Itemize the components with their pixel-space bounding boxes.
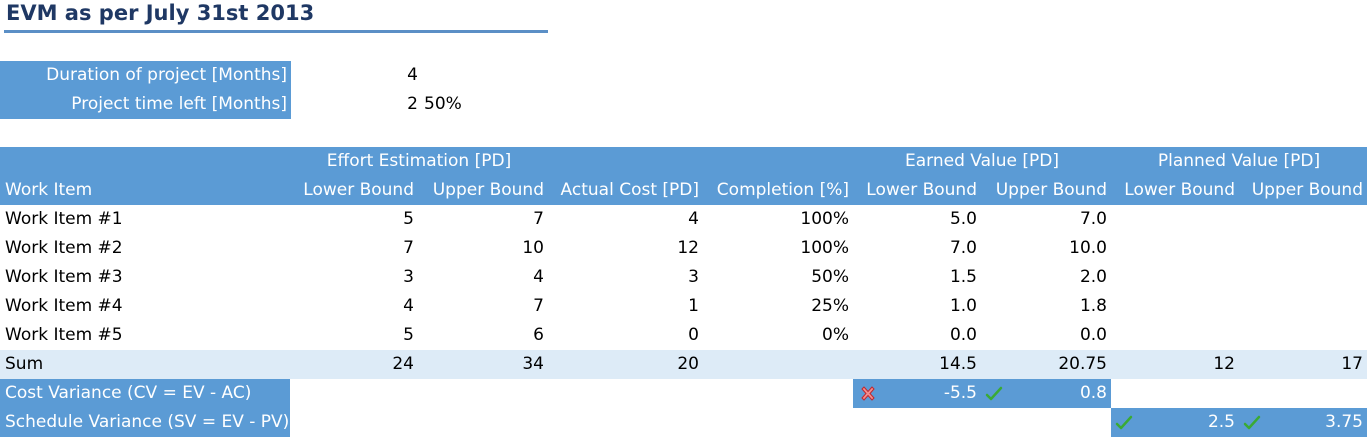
col-pv-lower-bound: Lower Bound xyxy=(1124,180,1235,200)
ev-lower-bound: 1.0 xyxy=(949,296,977,316)
red-x-icon xyxy=(861,386,875,401)
group-header-row: Effort Estimation [PD] Earned Value [PD]… xyxy=(0,147,1367,176)
timeleft-percent: 50% xyxy=(424,94,462,114)
ev-lower-bound: 1.5 xyxy=(949,267,977,287)
sum-ev-lower-bound: 14.5 xyxy=(939,354,977,374)
sum-actual-cost: 20 xyxy=(677,354,699,374)
green-check-icon xyxy=(1115,415,1133,430)
schedule-variance-label: Schedule Variance (SV = EV - PV) xyxy=(0,408,290,437)
ev-upper-bound: 1.8 xyxy=(1079,296,1107,316)
sv-upper-bound-cell: 3.75 xyxy=(1239,408,1367,437)
work-item-name: Work Item #5 xyxy=(5,325,123,345)
effort-lower-bound: 4 xyxy=(403,296,414,316)
table-row: Work Item #4 4 7 1 25% 1.0 1.8 xyxy=(0,292,1367,321)
actual-cost: 1 xyxy=(688,296,699,316)
table-row: Work Item #1 5 7 4 100% 5.0 7.0 xyxy=(0,205,1367,234)
work-item-name: Work Item #1 xyxy=(5,209,123,229)
ev-upper-bound: 10.0 xyxy=(1069,238,1107,258)
col-effort-upper-bound: Upper Bound xyxy=(432,180,544,200)
page-title: EVM as per July 31st 2013 xyxy=(4,0,548,33)
effort-lower-bound: 7 xyxy=(403,238,414,258)
effort-estimation-header: Effort Estimation [PD] xyxy=(326,151,512,171)
earned-value-header: Earned Value [PD] xyxy=(905,151,1059,171)
work-item-name: Work Item #3 xyxy=(5,267,123,287)
sum-pv-upper-bound: 17 xyxy=(1341,354,1363,374)
col-effort-lower-bound: Lower Bound xyxy=(303,180,414,200)
actual-cost: 4 xyxy=(688,209,699,229)
sum-ev-upper-bound: 20.75 xyxy=(1058,354,1107,374)
col-pv-upper-bound: Upper Bound xyxy=(1251,180,1363,200)
effort-lower-bound: 5 xyxy=(403,209,414,229)
duration-label: Duration of project [Months] xyxy=(0,61,291,90)
ev-lower-bound: 0.0 xyxy=(949,325,977,345)
sv-upper-bound: 3.75 xyxy=(1325,412,1363,432)
sum-pv-lower-bound: 12 xyxy=(1213,354,1235,374)
work-item-name: Work Item #2 xyxy=(5,238,123,258)
col-ev-upper-bound: Upper Bound xyxy=(995,180,1107,200)
sum-row: Sum 24 34 20 14.5 20.75 12 17 xyxy=(0,350,1367,379)
ev-lower-bound: 7.0 xyxy=(949,238,977,258)
cv-upper-bound-cell: 0.8 xyxy=(981,379,1111,408)
col-actual-cost: Actual Cost [PD] xyxy=(560,180,699,200)
cost-variance-label: Cost Variance (CV = EV - AC) xyxy=(0,379,290,408)
green-check-icon xyxy=(985,386,1003,401)
table-row: Work Item #2 7 10 12 100% 7.0 10.0 xyxy=(0,234,1367,263)
sum-label: Sum xyxy=(5,354,44,374)
actual-cost: 0 xyxy=(688,325,699,345)
duration-value: 4 xyxy=(407,65,418,85)
completion: 0% xyxy=(822,325,849,345)
ev-upper-bound: 7.0 xyxy=(1079,209,1107,229)
effort-upper-bound: 7 xyxy=(533,296,544,316)
work-item-name: Work Item #4 xyxy=(5,296,123,316)
cv-lower-bound: -5.5 xyxy=(943,383,977,403)
effort-upper-bound: 7 xyxy=(533,209,544,229)
completion: 50% xyxy=(811,267,849,287)
actual-cost: 3 xyxy=(688,267,699,287)
timeleft-label: Project time left [Months] xyxy=(0,90,291,119)
ev-upper-bound: 2.0 xyxy=(1079,267,1107,287)
cost-variance-row: Cost Variance (CV = EV - AC) -5.5 0.8 xyxy=(0,379,1367,408)
column-header-row: Work Item Lower Bound Upper Bound Actual… xyxy=(0,176,1367,205)
col-ev-lower-bound: Lower Bound xyxy=(866,180,977,200)
sv-lower-bound: 2.5 xyxy=(1207,412,1235,432)
schedule-variance-row: Schedule Variance (SV = EV - PV) 2.5 3.7… xyxy=(0,408,1367,437)
effort-lower-bound: 3 xyxy=(403,267,414,287)
ev-lower-bound: 5.0 xyxy=(949,209,977,229)
effort-upper-bound: 10 xyxy=(522,238,544,258)
effort-upper-bound: 4 xyxy=(533,267,544,287)
planned-value-header: Planned Value [PD] xyxy=(1157,151,1321,171)
effort-upper-bound: 6 xyxy=(533,325,544,345)
actual-cost: 12 xyxy=(677,238,699,258)
table-row: Work Item #3 3 4 3 50% 1.5 2.0 xyxy=(0,263,1367,292)
cv-upper-bound: 0.8 xyxy=(1079,383,1107,403)
timeleft-value: 2 xyxy=(407,94,418,114)
green-check-icon xyxy=(1243,415,1261,430)
completion: 100% xyxy=(800,238,849,258)
effort-lower-bound: 5 xyxy=(403,325,414,345)
col-work-item: Work Item xyxy=(5,180,93,200)
completion: 100% xyxy=(800,209,849,229)
table-row: Work Item #5 5 6 0 0% 0.0 0.0 xyxy=(0,321,1367,350)
completion: 25% xyxy=(811,296,849,316)
sum-effort-lower-bound: 24 xyxy=(392,354,414,374)
cv-lower-bound-cell: -5.5 xyxy=(853,379,981,408)
ev-upper-bound: 0.0 xyxy=(1079,325,1107,345)
col-completion: Completion [%] xyxy=(716,180,849,200)
sum-effort-upper-bound: 34 xyxy=(522,354,544,374)
sv-lower-bound-cell: 2.5 xyxy=(1111,408,1239,437)
